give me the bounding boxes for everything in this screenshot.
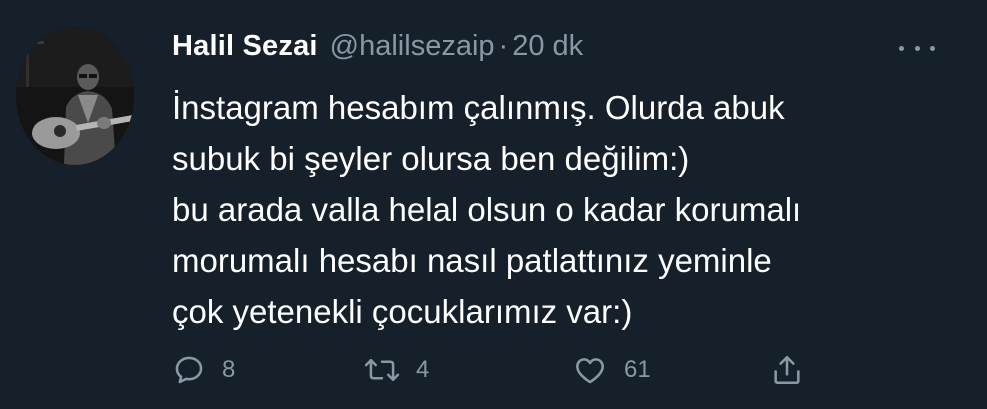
author-name[interactable]: Halil Sezai xyxy=(172,30,318,63)
retweet-icon xyxy=(364,359,400,381)
heart-icon xyxy=(576,358,604,384)
tweet-timestamp[interactable]: 20 dk xyxy=(512,30,583,63)
reply-button[interactable]: 8 xyxy=(172,348,235,392)
avatar-photo xyxy=(16,27,134,165)
more-dot xyxy=(899,45,904,51)
tweet-text-line: İnstagram hesabım çalınmış. Olurda abuk xyxy=(172,89,785,126)
share-icon xyxy=(774,355,800,385)
tweet-header: Halil Sezai @halilsezaip · 20 dk xyxy=(172,30,947,70)
more-dot xyxy=(930,45,935,51)
tweet-text-line: çok yetenekli çocuklarımız var:) xyxy=(172,293,633,330)
more-options-icon[interactable] xyxy=(899,38,935,58)
retweet-button[interactable]: 4 xyxy=(364,348,429,392)
like-count: 61 xyxy=(624,356,651,383)
like-button[interactable]: 61 xyxy=(572,348,651,392)
tweet-text-line: subuk bi şeyler olursa ben değilim:) xyxy=(172,140,690,177)
tweet-text: İnstagram hesabım çalınmış. Olurda abuk … xyxy=(172,82,952,337)
more-dot xyxy=(914,45,920,51)
tweet-text-line: bu arada valla helal olsun o kadar korum… xyxy=(172,191,802,228)
share-button[interactable] xyxy=(770,348,804,392)
retweet-count: 4 xyxy=(416,356,430,383)
tweet-actions: 8 4 61 xyxy=(172,348,832,392)
tweet-text-line: morumalı hesabı nasıl patlattınız yeminl… xyxy=(172,242,772,279)
reply-icon xyxy=(175,356,203,384)
reply-count: 8 xyxy=(222,356,236,383)
avatar[interactable] xyxy=(16,27,134,165)
tweet-card[interactable]: Halil Sezai @halilsezaip · 20 dk İnstagr… xyxy=(0,0,987,409)
separator-dot: · xyxy=(498,30,509,62)
author-handle[interactable]: @halilsezaip xyxy=(330,30,495,63)
